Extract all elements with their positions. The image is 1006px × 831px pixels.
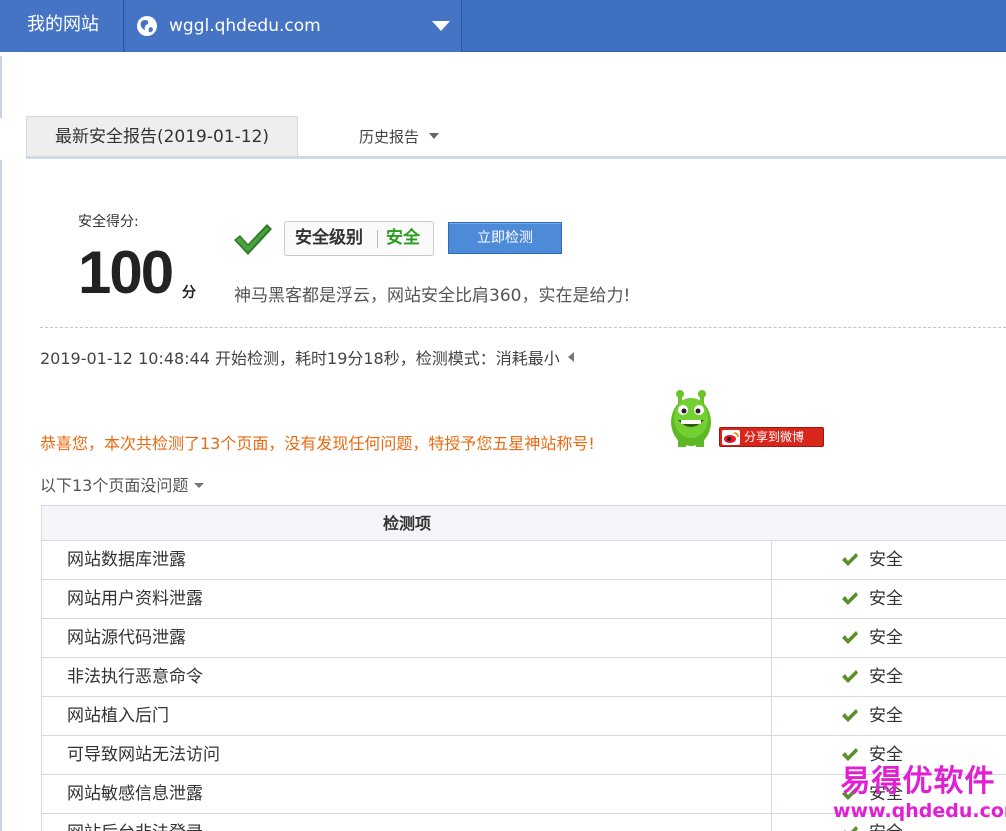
table-header: 检测项	[42, 506, 1006, 541]
check-item-name: 网站敏感信息泄露	[67, 784, 203, 804]
column-divider	[771, 736, 772, 774]
check-item-status: 安全	[869, 589, 903, 609]
column-divider	[771, 697, 772, 735]
no-issue-list-label: 以下13个页面没问题	[40, 476, 189, 495]
check-icon	[842, 631, 858, 644]
chevron-down-icon	[432, 21, 450, 31]
tab-history-label: 历史报告	[359, 128, 420, 146]
table-row: 网站源代码泄露 安全	[42, 619, 1006, 658]
security-level-label: 安全级别	[295, 228, 363, 248]
score-unit: 分	[182, 285, 196, 301]
check-icon	[842, 748, 858, 761]
check-icon	[844, 826, 858, 831]
weibo-icon	[722, 430, 740, 445]
site-selector[interactable]: wggl.qhdedu.com	[126, 0, 462, 52]
chevron-left-icon[interactable]	[567, 352, 574, 362]
tab-underline	[26, 156, 1006, 159]
check-icon	[234, 224, 272, 255]
share-weibo-button[interactable]: 分享到微博	[719, 427, 824, 447]
chevron-down-icon	[194, 483, 205, 488]
check-icon	[842, 553, 858, 566]
column-divider	[771, 619, 772, 657]
check-item-name: 网站植入后门	[67, 706, 169, 726]
tab-history-report[interactable]: 历史报告	[359, 126, 440, 147]
table-row: 网站数据库泄露 安全	[42, 541, 1006, 580]
check-icon	[842, 592, 858, 605]
score-value: 100	[78, 239, 174, 306]
chevron-down-icon	[429, 133, 440, 139]
no-issue-list-toggle[interactable]: 以下13个页面没问题	[40, 472, 205, 496]
table-row: 非法执行恶意命令 安全	[42, 658, 1006, 697]
check-item-status: 安全	[869, 628, 903, 648]
check-item-status: 安全	[869, 706, 903, 726]
left-border	[0, 160, 4, 831]
tab-latest-report[interactable]: 最新安全报告(2019-01-12)	[26, 116, 298, 156]
check-icon	[842, 670, 858, 683]
check-item-status: 安全	[869, 667, 903, 687]
column-divider	[771, 541, 772, 579]
table-row: 网站植入后门 安全	[42, 697, 1006, 736]
check-item-name: 可导致网站无法访问	[67, 745, 220, 765]
check-item-status: 安全	[869, 550, 903, 570]
divider	[377, 230, 378, 248]
security-level-badge: 安全级别 安全	[284, 221, 434, 256]
congrats-message: 恭喜您，本次共检测了13个页面，没有发现任何问题，特授予您五星神站称号!	[40, 434, 595, 453]
scan-now-button[interactable]: 立即检测	[448, 222, 562, 254]
share-weibo-label: 分享到微博	[744, 430, 805, 444]
score-label: 安全得分:	[78, 214, 139, 230]
check-item-name: 网站后台非法登录	[67, 814, 203, 831]
check-icon	[842, 709, 858, 722]
watermark: 易得优软件 www.qhdedu.com	[833, 764, 1006, 822]
scan-info-text: 2019-01-12 10:48:44 开始检测，耗时19分18秒，检测模式：消…	[40, 349, 560, 368]
scan-info: 2019-01-12 10:48:44 开始检测，耗时19分18秒，检测模式：消…	[40, 345, 574, 369]
slogan-text: 神马黑客都是浮云，网站安全比肩360，实在是给力!	[234, 286, 631, 306]
security-level-value: 安全	[386, 228, 420, 248]
mascot-icon	[671, 390, 711, 447]
left-border	[0, 56, 4, 118]
top-bar: 我的网站 wggl.qhdedu.com	[0, 0, 1006, 52]
table-row: 网站用户资料泄露 安全	[42, 580, 1006, 619]
globe-icon	[137, 16, 157, 36]
watermark-url: www.qhdedu.com	[833, 800, 1006, 822]
column-divider	[771, 580, 772, 618]
column-divider	[771, 814, 772, 831]
check-item-name: 网站数据库泄露	[67, 550, 186, 570]
site-url: wggl.qhdedu.com	[169, 16, 321, 36]
dashed-divider	[40, 327, 1006, 328]
column-header-check-item: 检测项	[382, 514, 431, 533]
my-sites-button[interactable]: 我的网站	[0, 0, 124, 52]
check-item-name: 非法执行恶意命令	[67, 667, 203, 687]
check-item-name: 网站源代码泄露	[67, 628, 186, 648]
watermark-title: 易得优软件	[840, 764, 996, 799]
check-item-name: 网站用户资料泄露	[67, 589, 203, 609]
column-divider	[771, 658, 772, 696]
column-divider	[771, 775, 772, 813]
